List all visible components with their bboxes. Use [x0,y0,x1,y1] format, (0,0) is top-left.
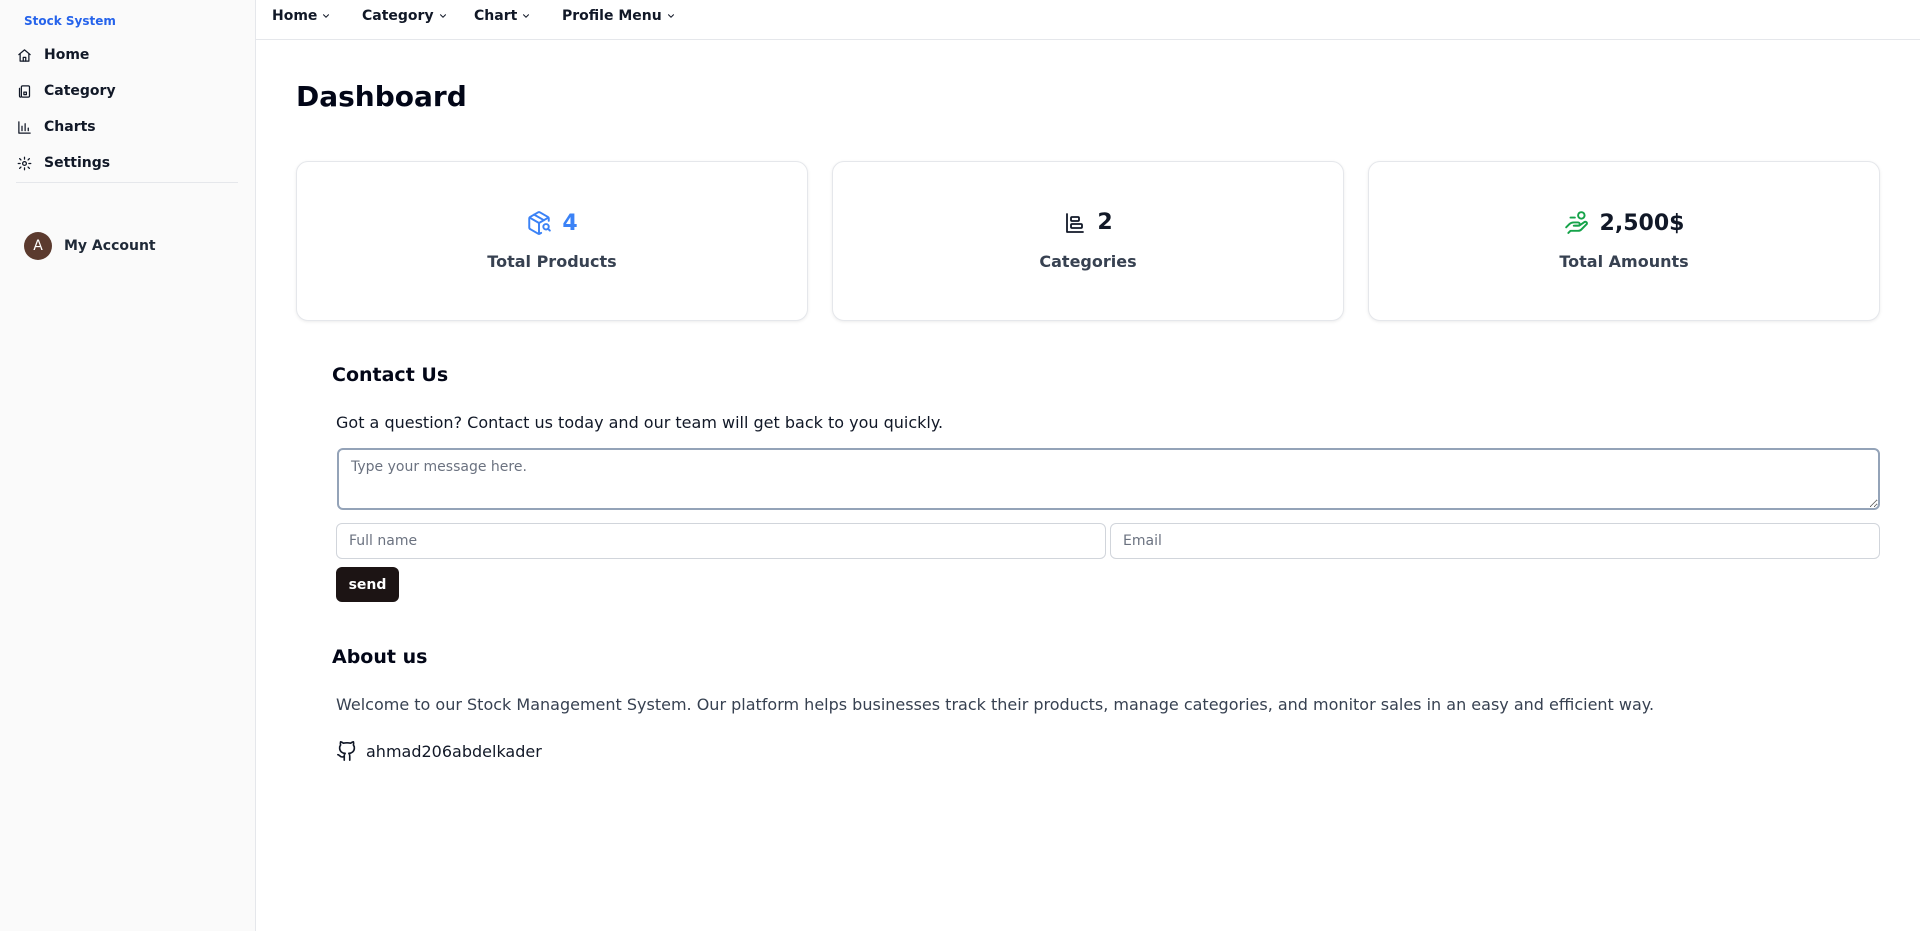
total-products-value: 4 [562,210,578,236]
nav-menu-label: Category [362,8,434,24]
stat-card-amounts: 2,500$ Total Amounts [1368,161,1880,321]
chevron-down-icon [438,11,448,21]
nav-menu-label: Profile Menu [562,8,662,24]
nav-menu-chart[interactable]: Chart [474,8,531,24]
send-button[interactable]: send [336,567,399,602]
bar-chart-icon [16,119,32,135]
gear-icon [16,155,32,171]
total-products-label: Total Products [487,252,617,271]
my-account-label: My Account [64,238,156,254]
sidebar: Stock System Home Category Charts Settin… [0,0,256,931]
sidebar-item-charts[interactable]: Charts [16,112,238,142]
sidebar-item-category[interactable]: Category [16,76,238,106]
sidebar-item-label: Charts [44,119,96,135]
page-title: Dashboard [296,80,467,113]
contact-text: Got a question? Contact us today and our… [336,413,944,432]
nav-menu-label: Chart [474,8,518,24]
package-search-icon [526,210,552,236]
sidebar-item-label: Home [44,47,90,63]
nav-menu-profile[interactable]: Profile Menu [562,8,676,24]
money-hand-icon [1564,210,1590,236]
about-text: Welcome to our Stock Management System. … [336,695,1655,714]
github-username: ahmad206abdelkader [366,741,542,761]
github-link[interactable]: ahmad206abdelkader [336,740,542,762]
total-amounts-value: 2,500$ [1599,210,1685,236]
nav-menu-label: Home [272,8,318,24]
sidebar-item-label: Settings [44,155,111,171]
my-account-button[interactable]: A My Account [24,232,156,260]
contact-heading: Contact Us [332,364,449,386]
home-icon [16,47,32,63]
top-nav: Home Category Chart Profile Menu [256,0,1920,40]
email-input[interactable] [1110,523,1880,559]
category-list-icon [1063,211,1087,235]
nav-menu-category[interactable]: Category [362,8,448,24]
stat-card-products: 4 Total Products [296,161,808,321]
full-name-input[interactable] [336,523,1106,559]
brand-title[interactable]: Stock System [24,14,116,28]
chevron-down-icon [321,11,331,21]
sidebar-item-settings[interactable]: Settings [16,148,238,178]
message-textarea[interactable] [337,448,1880,510]
about-heading: About us [332,646,428,668]
category-icon [16,83,32,99]
categories-label: Categories [1039,252,1137,271]
nav-menu-home[interactable]: Home [272,8,331,24]
sidebar-item-label: Category [44,83,116,99]
chevron-down-icon [521,11,531,21]
total-amounts-label: Total Amounts [1559,252,1689,271]
sidebar-divider [16,182,238,183]
github-icon [336,740,358,762]
avatar: A [24,232,52,260]
stat-card-categories: 2 Categories [832,161,1344,321]
categories-value: 2 [1097,210,1113,235]
chevron-down-icon [666,11,676,21]
sidebar-item-home[interactable]: Home [16,40,238,70]
